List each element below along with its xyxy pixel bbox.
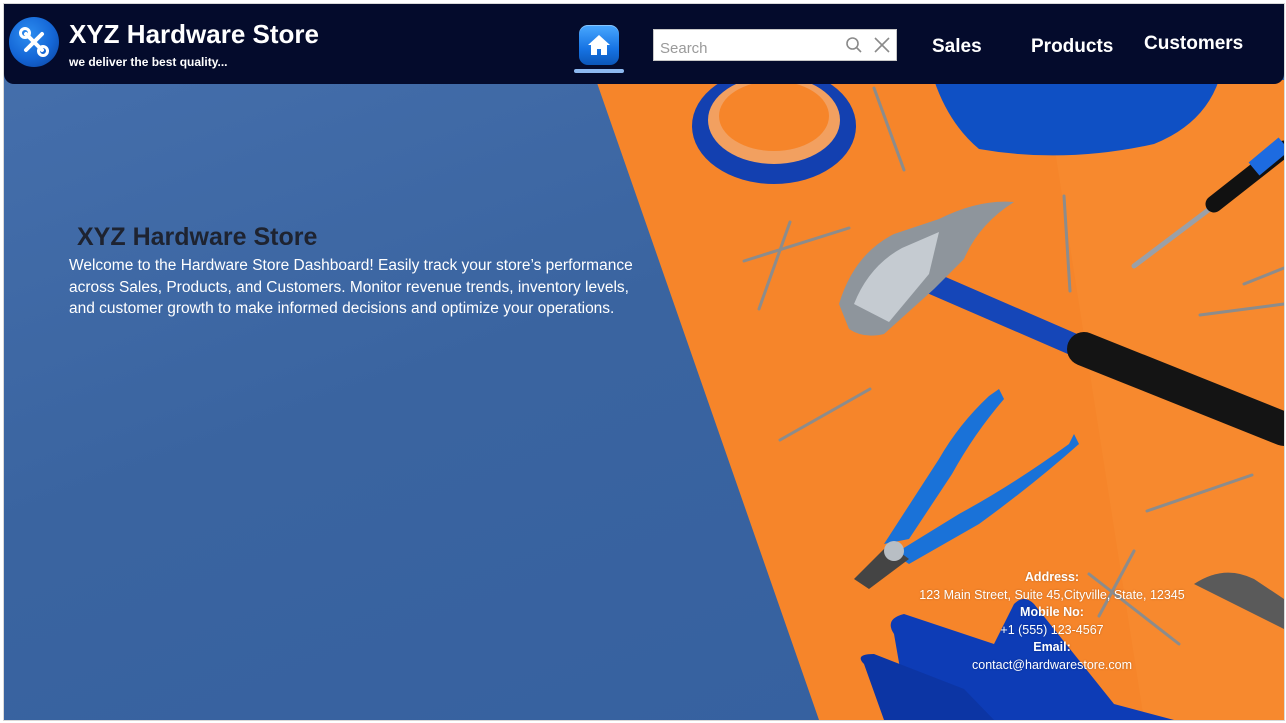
email-label: Email: — [1033, 640, 1071, 654]
home-button[interactable] — [579, 25, 619, 65]
brand-title: XYZ Hardware Store — [69, 19, 319, 49]
dashboard-frame: XYZ Hardware Store we deliver the best q… — [3, 3, 1285, 721]
search-icon[interactable] — [845, 36, 863, 54]
address-label: Address: — [1024, 570, 1080, 584]
contact-info: Address: 123 Main Street, Suite 45,Cityv… — [902, 569, 1202, 674]
address-value: 123 Main Street, Suite 45,Cityville, Sta… — [919, 587, 1185, 602]
email-value: contact@hardwarestore.com — [972, 657, 1132, 672]
hero-description: Welcome to the Hardware Store Dashboard!… — [69, 257, 633, 317]
search-box — [653, 29, 897, 61]
nav-customers[interactable]: Customers — [1144, 33, 1243, 55]
hero-title: XYZ Hardware Store — [77, 223, 318, 251]
tools-icon — [9, 17, 59, 67]
nav-sales[interactable]: Sales — [932, 36, 982, 58]
search-input[interactable] — [654, 30, 834, 60]
close-icon[interactable] — [873, 36, 891, 54]
home-active-indicator — [574, 69, 624, 73]
mobile-label: Mobile No: — [1020, 605, 1084, 619]
mobile-value: +1 (555) 123-4567 — [1000, 622, 1104, 637]
home-icon — [588, 35, 610, 55]
nav-products[interactable]: Products — [1031, 36, 1113, 58]
brand-tagline: we deliver the best quality... — [69, 55, 228, 69]
top-navbar: XYZ Hardware Store we deliver the best q… — [4, 4, 1284, 84]
